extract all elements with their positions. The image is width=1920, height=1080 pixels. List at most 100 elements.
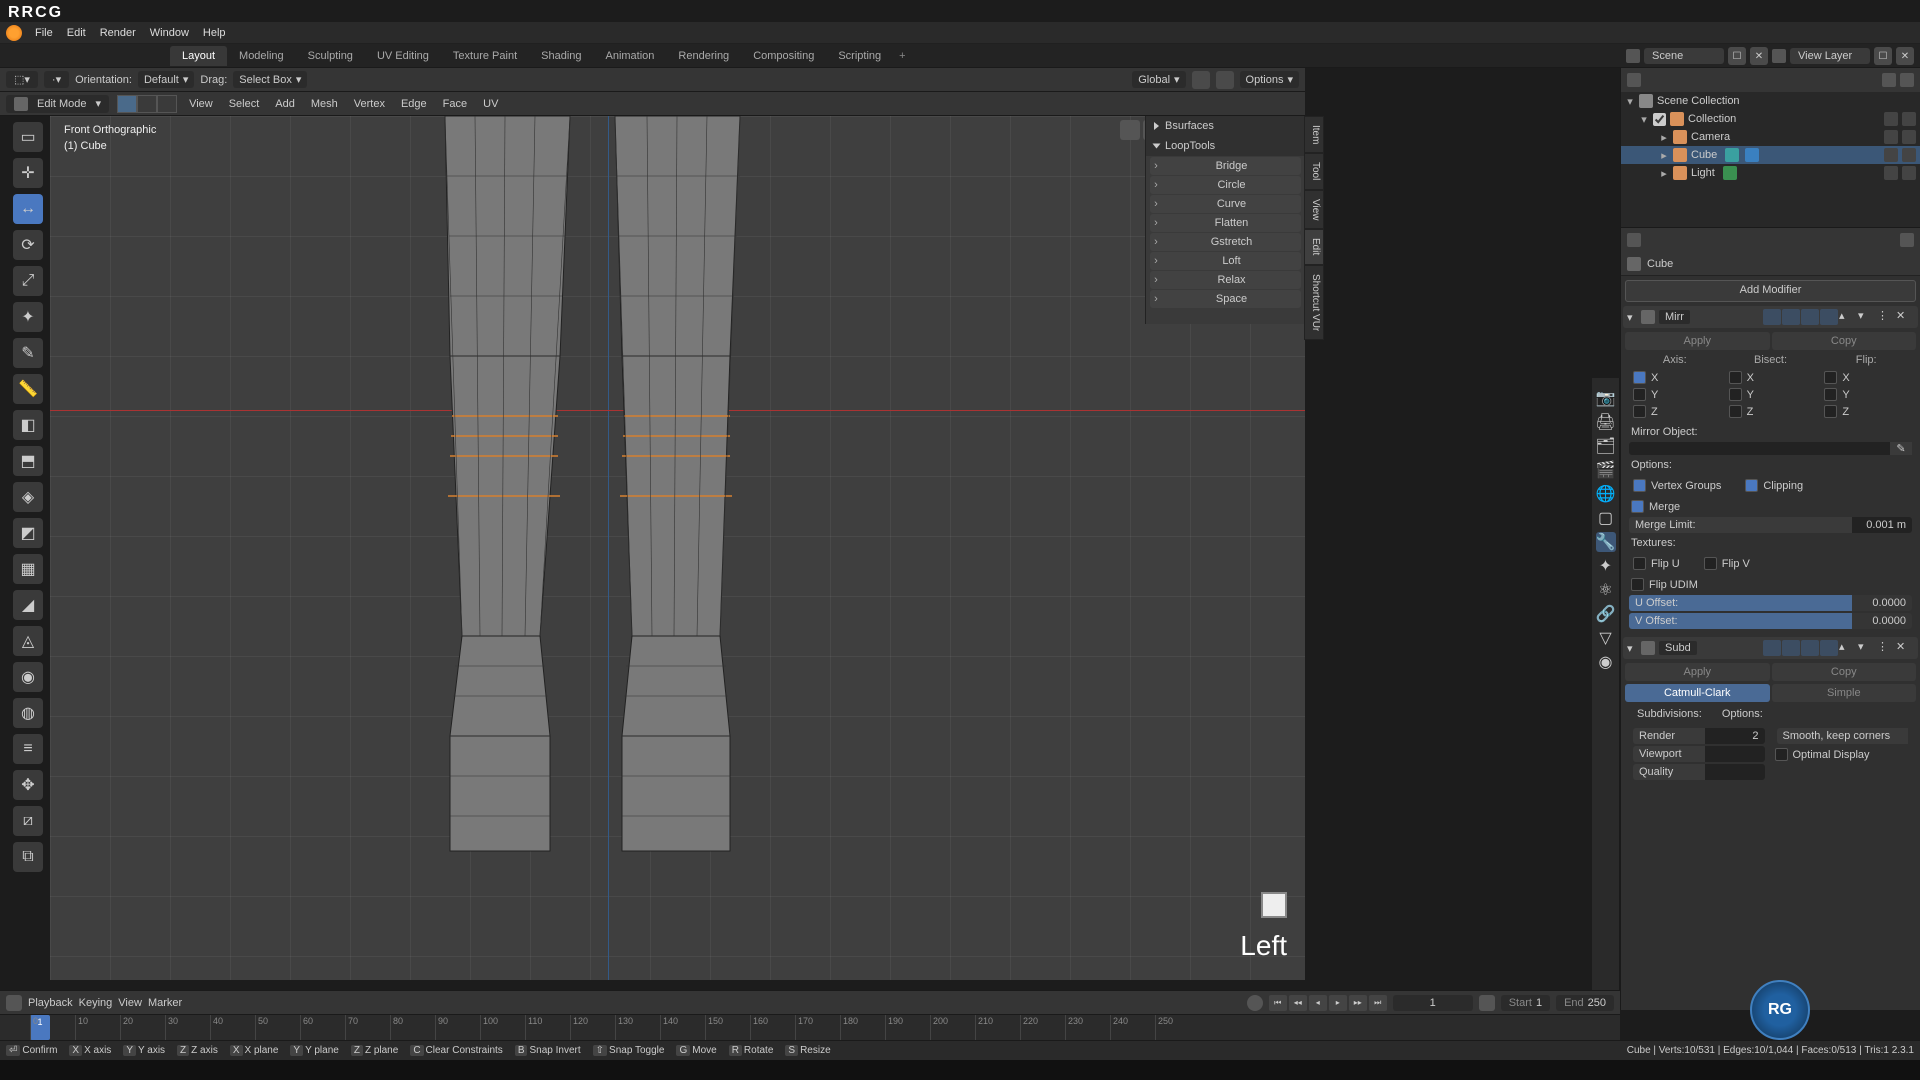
uv-smooth-dropdown[interactable]: Smooth, keep corners xyxy=(1777,728,1909,744)
menu-face[interactable]: Face xyxy=(439,98,471,110)
add-modifier-button[interactable]: Add Modifier xyxy=(1625,280,1916,302)
axis-x-check[interactable] xyxy=(1633,371,1646,384)
editor-type-icon[interactable]: ⬚▾ xyxy=(6,71,38,88)
ptab-output-icon[interactable]: 🖨 xyxy=(1596,412,1616,432)
viewlayer-icon[interactable] xyxy=(1772,49,1786,63)
mod-moveup-icon[interactable]: ▴ xyxy=(1839,309,1857,325)
vertex-groups-check[interactable] xyxy=(1633,479,1646,492)
cursor-tool-icon[interactable]: ✛ xyxy=(13,158,43,188)
rotate-tool-icon[interactable]: ⟳ xyxy=(13,230,43,260)
face-select-icon[interactable] xyxy=(157,95,177,113)
looptools-loft[interactable]: ›Loft xyxy=(1150,252,1301,270)
tab-sculpting[interactable]: Sculpting xyxy=(296,46,365,66)
merge-limit-field[interactable]: 0.001 m xyxy=(1852,517,1912,533)
looptools-gstretch[interactable]: ›Gstretch xyxy=(1150,233,1301,251)
uoffset-field[interactable]: 0.0000 xyxy=(1852,595,1912,611)
tab-shading[interactable]: Shading xyxy=(529,46,593,66)
npanel-looptools-header[interactable]: LoopTools xyxy=(1146,136,1305,156)
ptab-world-icon[interactable]: 🌐 xyxy=(1596,484,1616,504)
ptab-render-icon[interactable]: 📷 xyxy=(1596,388,1616,408)
outliner-filter-icon[interactable] xyxy=(1882,73,1896,87)
prop-edit-icon[interactable] xyxy=(1216,71,1234,89)
keyframe-next-icon[interactable]: ▸▸ xyxy=(1349,995,1367,1011)
mod-close-icon[interactable]: ✕ xyxy=(1896,309,1914,325)
ptab-object-icon[interactable]: ▢ xyxy=(1596,508,1616,528)
frame-start-field[interactable]: Start1 xyxy=(1501,995,1550,1011)
ntab-tool[interactable]: Tool xyxy=(1304,153,1324,189)
drag-dropdown[interactable]: Select Box▾ xyxy=(233,71,307,88)
clock-icon[interactable] xyxy=(1479,995,1495,1011)
flip-x-check[interactable] xyxy=(1824,371,1837,384)
subd-movedown-icon[interactable]: ▾ xyxy=(1858,640,1876,656)
ptab-modifier-icon[interactable]: 🔧 xyxy=(1596,532,1616,552)
outliner-camera[interactable]: ▸Camera xyxy=(1621,128,1920,146)
looptools-bridge[interactable]: ›Bridge xyxy=(1150,157,1301,175)
looptools-space[interactable]: ›Space xyxy=(1150,290,1301,308)
menu-help[interactable]: Help xyxy=(196,27,233,39)
subd-render-toggle-icon[interactable] xyxy=(1820,640,1838,656)
loop-cut-tool-icon[interactable]: ▦ xyxy=(13,554,43,584)
eyedropper-icon[interactable]: ✎ xyxy=(1890,442,1912,455)
modifier-name-field[interactable]: Mirr xyxy=(1659,310,1690,324)
properties-breadcrumb[interactable]: Cube xyxy=(1621,252,1920,276)
bisect-y-check[interactable] xyxy=(1729,388,1742,401)
viewlayer-new-icon[interactable]: ☐ xyxy=(1874,47,1892,65)
menu-marker[interactable]: Marker xyxy=(148,997,182,1009)
apply-button[interactable]: Apply xyxy=(1625,332,1770,350)
scene-name-field[interactable]: Scene xyxy=(1644,48,1724,64)
timeline-editor-icon[interactable] xyxy=(6,995,22,1011)
copy-button[interactable]: Copy xyxy=(1772,332,1917,350)
jump-end-icon[interactable]: ⏭ xyxy=(1369,995,1387,1011)
collection-check[interactable] xyxy=(1653,113,1666,126)
knife-tool-icon[interactable]: ◢ xyxy=(13,590,43,620)
outliner-collection[interactable]: ▾Collection xyxy=(1621,110,1920,128)
current-frame-field[interactable]: 1 xyxy=(1393,995,1473,1011)
tab-modeling[interactable]: Modeling xyxy=(227,46,296,66)
flipv-check[interactable] xyxy=(1704,557,1717,570)
mod-movedown-icon[interactable]: ▾ xyxy=(1858,309,1876,325)
viewlayer-name-field[interactable]: View Layer xyxy=(1790,48,1870,64)
menu-keying[interactable]: Keying xyxy=(79,997,113,1009)
mod-edit-toggle-icon[interactable] xyxy=(1782,309,1800,325)
snap-icon[interactable] xyxy=(1192,71,1210,89)
move-tool-icon[interactable]: ↔ xyxy=(13,194,43,224)
select-box-tool-icon[interactable]: ▭ xyxy=(13,122,43,152)
blender-logo-icon[interactable] xyxy=(6,25,22,41)
subd-copy-button[interactable]: Copy xyxy=(1772,663,1917,681)
ptab-mesh-icon[interactable]: ▽ xyxy=(1596,628,1616,648)
measure-tool-icon[interactable]: 📏 xyxy=(13,374,43,404)
npanel-bsurfaces-header[interactable]: Bsurfaces xyxy=(1146,116,1305,136)
tab-scripting[interactable]: Scripting xyxy=(826,46,893,66)
flip-z-check[interactable] xyxy=(1824,405,1837,418)
looptools-circle[interactable]: ›Circle xyxy=(1150,176,1301,194)
vertex-select-icon[interactable] xyxy=(117,95,137,113)
timeline[interactable]: 1 01020304050607080901001101201301401501… xyxy=(0,1014,1620,1040)
mod-mesh-toggle-icon[interactable] xyxy=(1763,309,1781,325)
viewport-level-field[interactable] xyxy=(1705,746,1765,762)
addcube-tool-icon[interactable]: ◧ xyxy=(13,410,43,440)
autokey-icon[interactable] xyxy=(1247,995,1263,1011)
outliner-new-collection-icon[interactable] xyxy=(1900,73,1914,87)
mode-dropdown[interactable]: Edit Mode▾ xyxy=(6,95,109,113)
ntab-view[interactable]: View xyxy=(1304,190,1324,230)
flipu-check[interactable] xyxy=(1633,557,1646,570)
menu-view-tl[interactable]: View xyxy=(118,997,142,1009)
subd-apply-button[interactable]: Apply xyxy=(1625,663,1770,681)
subd-realtime-toggle-icon[interactable] xyxy=(1801,640,1819,656)
timeline-scale[interactable]: 1 01020304050607080901001101201301401501… xyxy=(0,1015,1620,1040)
flip-y-check[interactable] xyxy=(1824,388,1837,401)
properties-editor-icon[interactable] xyxy=(1627,233,1641,247)
edge-slide-tool-icon[interactable]: ≡ xyxy=(13,734,43,764)
mod-menu-icon[interactable]: ⋮ xyxy=(1877,309,1895,325)
viewport-3d[interactable]: Front Orthographic (1) Cube Left xyxy=(50,116,1305,980)
ptab-particles-icon[interactable]: ✦ xyxy=(1596,556,1616,576)
ptab-physics-icon[interactable]: ⚛ xyxy=(1596,580,1616,600)
flipudim-check[interactable] xyxy=(1631,578,1644,591)
modifier-subd-header[interactable]: ▾ Subd ▴ ▾ ⋮ ✕ xyxy=(1623,637,1918,659)
subd-moveup-icon[interactable]: ▴ xyxy=(1839,640,1857,656)
mod-realtime-toggle-icon[interactable] xyxy=(1801,309,1819,325)
clipping-check[interactable] xyxy=(1745,479,1758,492)
navigation-gizmo-icon[interactable] xyxy=(1261,892,1287,918)
ntab-item[interactable]: Item xyxy=(1304,116,1324,153)
simple-button[interactable]: Simple xyxy=(1772,684,1917,702)
